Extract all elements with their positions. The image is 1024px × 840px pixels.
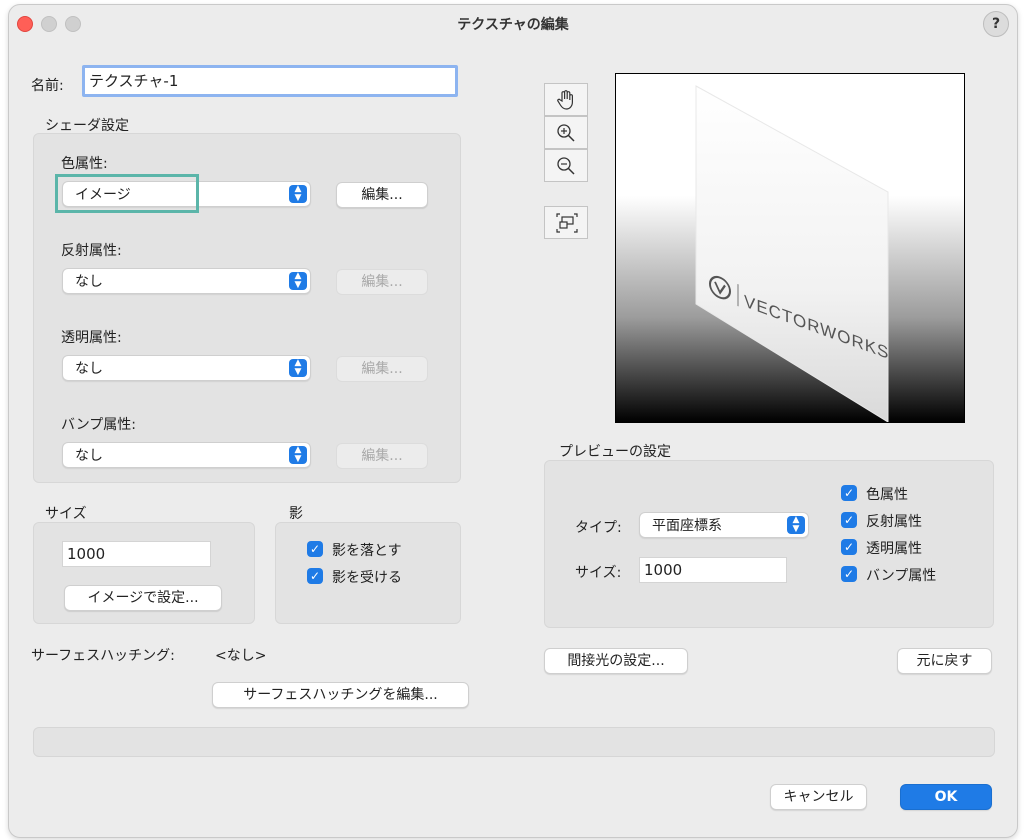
shader-settings-heading: シェーダ設定 — [45, 118, 129, 134]
preview-type-value: 平面座標系 — [652, 518, 722, 534]
zoom-in-button[interactable] — [544, 116, 588, 149]
indirect-lighting-button[interactable]: 間接光の設定... — [544, 648, 688, 674]
fit-view-button[interactable] — [544, 206, 588, 239]
help-button[interactable]: ? — [983, 11, 1009, 37]
preview-type-select[interactable]: 平面座標系 ▲ ▼ — [639, 512, 809, 538]
texture-edit-dialog: テクスチャの編集 ? 名前: テクスチャ-1 シェーダ設定 色属性: イメージ … — [8, 4, 1018, 838]
revert-button[interactable]: 元に戻す — [897, 648, 992, 674]
bump-select-value: なし — [75, 448, 103, 464]
transparency-edit-button[interactable]: 編集... — [336, 356, 428, 382]
surface-hatch-value: <なし> — [215, 648, 267, 664]
preview-type-label: タイプ: — [575, 520, 622, 536]
shadow-heading: 影 — [289, 506, 303, 522]
reflectivity-edit-button[interactable]: 編集... — [336, 269, 428, 295]
preview-reflectivity-label: 反射属性 — [866, 514, 922, 530]
preview-reflectivity-checkbox[interactable]: ✓ — [841, 512, 857, 528]
selection-highlight — [55, 174, 199, 213]
preview-settings-heading: プレビューの設定 — [559, 444, 671, 460]
name-field[interactable]: テクスチャ-1 — [82, 65, 458, 97]
preview-bump-label: バンプ属性 — [866, 568, 937, 584]
checkmark-icon: ✓ — [843, 540, 855, 554]
preview-color-checkbox[interactable]: ✓ — [841, 485, 857, 501]
stepper-icon: ▲ ▼ — [289, 272, 307, 290]
edit-surface-hatch-button[interactable]: サーフェスハッチングを編集... — [212, 682, 469, 708]
zoom-in-icon — [557, 124, 575, 142]
fit-view-icon — [556, 213, 578, 233]
transparency-select-value: なし — [75, 361, 103, 377]
preview-bump-checkbox[interactable]: ✓ — [841, 566, 857, 582]
preview-size-label: サイズ: — [575, 565, 622, 581]
transparency-label: 透明属性: — [61, 330, 122, 346]
set-by-image-button[interactable]: イメージで設定... — [64, 585, 222, 611]
stepper-icon: ▲ ▼ — [289, 359, 307, 377]
pan-tool-button[interactable] — [544, 83, 588, 116]
receive-shadow-label: 影を受ける — [332, 570, 402, 586]
preview-size-field[interactable]: 1000 — [639, 557, 787, 583]
preview-settings-group — [544, 460, 994, 628]
transparency-select[interactable]: なし ▲ ▼ — [62, 355, 311, 381]
preview-transparency-label: 透明属性 — [866, 541, 922, 557]
dialog-title: テクスチャの編集 — [457, 17, 569, 33]
cast-shadow-checkbox[interactable]: ✓ — [307, 541, 323, 557]
hand-icon — [557, 90, 573, 110]
reflectivity-select[interactable]: なし ▲ ▼ — [62, 268, 311, 294]
ok-button[interactable]: OK — [900, 784, 992, 810]
stepper-icon: ▲ ▼ — [289, 185, 307, 203]
preview-transparency-checkbox[interactable]: ✓ — [841, 539, 857, 555]
checkmark-icon: ✓ — [309, 569, 321, 583]
title-bar: テクスチャの編集 ? — [9, 5, 1017, 41]
status-bar — [33, 727, 995, 757]
cancel-button[interactable]: キャンセル — [770, 784, 867, 810]
checkmark-icon: ✓ — [309, 542, 321, 556]
stepper-icon: ▲ ▼ — [787, 516, 805, 534]
preview-color-label: 色属性 — [866, 487, 908, 503]
size-field[interactable]: 1000 — [62, 541, 211, 567]
checkmark-icon: ✓ — [843, 486, 855, 500]
bump-edit-button[interactable]: 編集... — [336, 443, 428, 469]
receive-shadow-checkbox[interactable]: ✓ — [307, 568, 323, 584]
bump-label: バンプ属性: — [61, 417, 136, 433]
color-edit-button[interactable]: 編集... — [336, 182, 428, 208]
color-label: 色属性: — [61, 156, 108, 172]
name-label: 名前: — [31, 78, 64, 94]
checkmark-icon: ✓ — [843, 513, 855, 527]
reflectivity-label: 反射属性: — [61, 243, 122, 259]
surface-hatch-label: サーフェスハッチング: — [31, 648, 175, 664]
checkmark-icon: ✓ — [843, 567, 855, 581]
cast-shadow-label: 影を落とす — [332, 543, 402, 559]
stepper-icon: ▲ ▼ — [289, 446, 307, 464]
bump-select[interactable]: なし ▲ ▼ — [62, 442, 311, 468]
zoom-out-icon — [557, 157, 575, 175]
size-heading: サイズ — [45, 506, 87, 522]
preview-render: VECTORWORKS — [695, 85, 889, 422]
texture-preview: VECTORWORKS — [615, 73, 965, 423]
reflectivity-select-value: なし — [75, 274, 103, 290]
zoom-out-button[interactable] — [544, 149, 588, 182]
